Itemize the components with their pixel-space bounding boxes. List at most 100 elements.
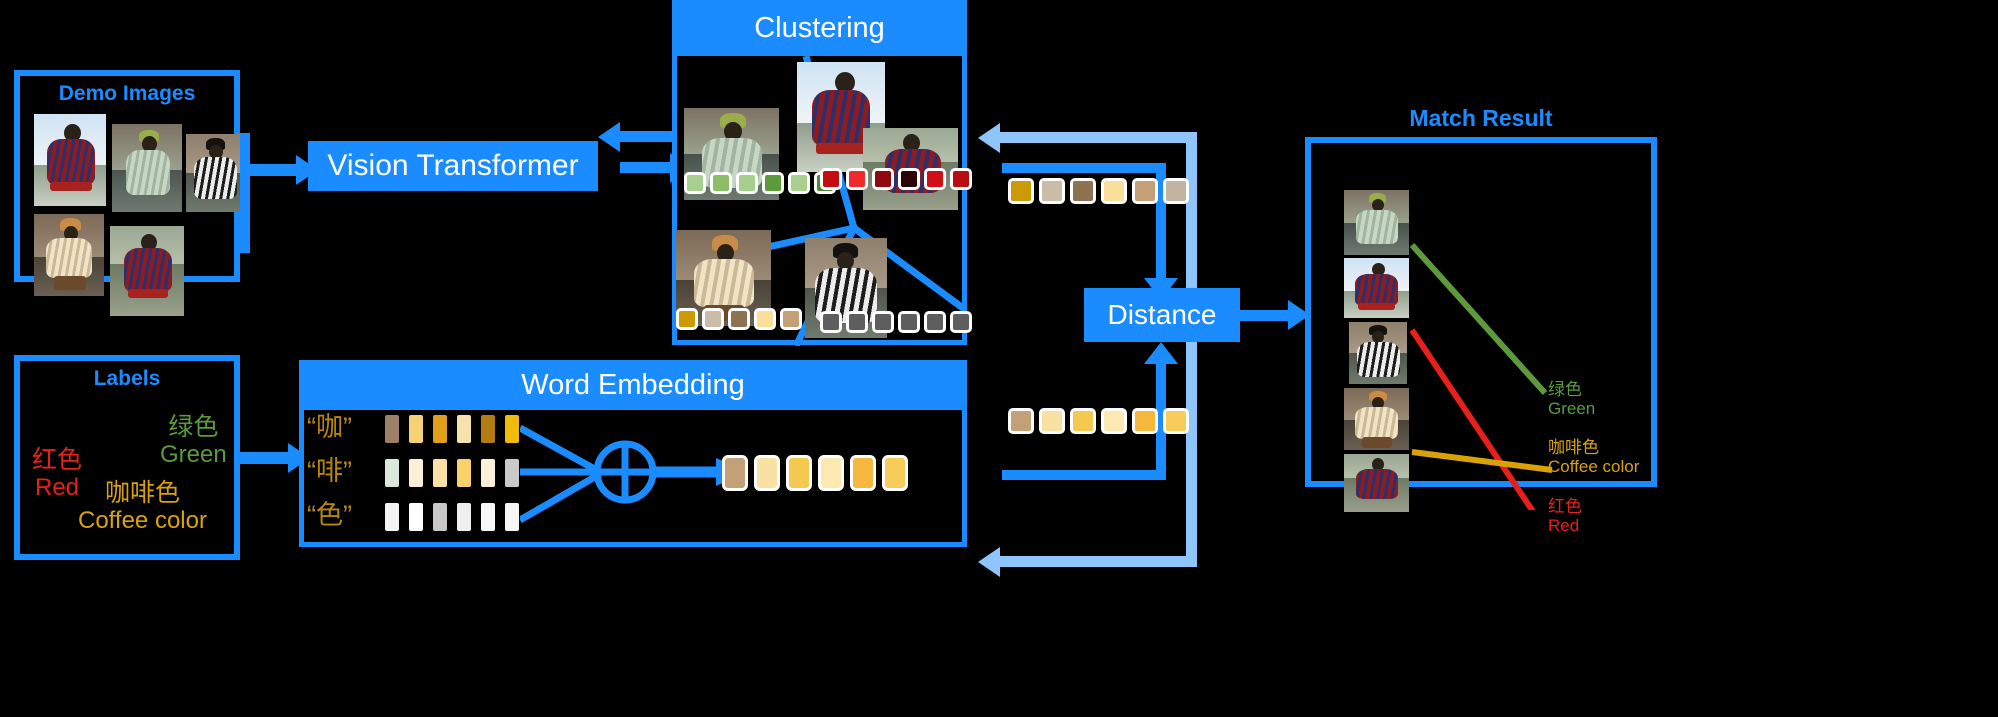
we-output-swatches	[722, 455, 914, 491]
swatch	[702, 308, 724, 330]
match-label-red-cn: 红色	[1548, 497, 1582, 516]
swatch	[1101, 178, 1127, 204]
panel-word-embedding-header: Word Embedding	[299, 360, 967, 410]
panel-demo-images-title: Demo Images	[58, 82, 196, 105]
swatch	[430, 456, 450, 490]
swatch	[846, 311, 868, 333]
match-label-coffee-en: Coffee color	[1548, 457, 1640, 476]
swatch	[502, 500, 522, 534]
swatch	[1163, 178, 1189, 204]
distance-box[interactable]: Distance	[1084, 288, 1240, 342]
match-label-coffee-cn: 咖啡色	[1548, 438, 1599, 457]
arrow-feedback-to-clustering	[978, 123, 1000, 153]
swatch	[872, 168, 894, 190]
swatch	[786, 455, 812, 491]
we-token-1-label: “咖”	[307, 412, 352, 442]
we-token-3-label: “色”	[307, 500, 352, 530]
swatch	[872, 311, 894, 333]
swatch	[478, 500, 498, 534]
swatch	[1101, 408, 1127, 434]
connector-demo-to-vit-h	[250, 164, 298, 176]
we-row-1-swatches	[382, 412, 526, 446]
connector-demo-to-vit	[240, 133, 250, 253]
swatch	[924, 311, 946, 333]
match-label-green-en: Green	[1548, 399, 1596, 418]
swatch	[1070, 178, 1096, 204]
swatch	[924, 168, 946, 190]
swatch	[950, 311, 972, 333]
swatch	[780, 308, 802, 330]
label-coffee-en: Coffee color	[78, 507, 207, 534]
swatch	[882, 455, 908, 491]
we-token-2: “啡”	[307, 456, 352, 486]
swatch	[898, 168, 920, 190]
swatch	[1008, 408, 1034, 434]
swatch	[502, 412, 522, 446]
match-label-red-en: Red	[1548, 516, 1580, 535]
panel-word-embedding-title: Word Embedding	[521, 368, 745, 401]
swatch	[406, 412, 426, 446]
panel-demo-images: Demo Images	[14, 70, 244, 316]
swatch	[754, 455, 780, 491]
swatch	[676, 308, 698, 330]
label-red: 红色 Red	[32, 446, 82, 501]
we-row-3-swatches	[382, 500, 526, 534]
panel-labels: Labels 红色 Red 绿色 Green 咖啡色 Coffee color	[14, 355, 240, 560]
demo-thumb-2	[112, 124, 182, 212]
swatch	[728, 308, 750, 330]
we-token-1: “咖”	[307, 412, 352, 442]
swatch	[1070, 408, 1096, 434]
match-label-green: 绿色 Green	[1548, 380, 1595, 418]
label-red-cn: 红色	[32, 446, 83, 474]
swatch	[430, 412, 450, 446]
text-embedding-row	[1008, 408, 1194, 434]
vision-transformer-label: Vision Transformer	[327, 149, 579, 182]
panel-labels-title: Labels	[93, 367, 161, 390]
demo-thumb-1	[34, 114, 106, 206]
swatch	[454, 500, 474, 534]
connector-vit-to-clustering	[620, 162, 676, 173]
swatch	[722, 455, 748, 491]
panel-clustering-header: Clustering	[672, 0, 967, 56]
match-label-coffee: 咖啡色 Coffee color	[1548, 438, 1639, 476]
swatch	[406, 456, 426, 490]
cluster-swatches-gray	[820, 311, 976, 333]
swatch	[818, 455, 844, 491]
swatch	[820, 168, 842, 190]
swatch	[754, 308, 776, 330]
diagram-canvas: Demo Images Labels 红色 Red 绿色 Green 咖啡色 C…	[0, 0, 1998, 717]
swatch	[1008, 178, 1034, 204]
connector-feedback-bottom	[1000, 556, 1197, 567]
connector-image-vec-top	[1002, 163, 1166, 173]
we-row-2-swatches	[382, 456, 526, 490]
arrow-clustering-to-vit	[598, 122, 620, 152]
we-token-3: “色”	[307, 500, 352, 530]
swatch	[1163, 408, 1189, 434]
swatch	[1132, 408, 1158, 434]
swatch	[762, 172, 784, 194]
swatch	[710, 172, 732, 194]
match-label-red: 红色 Red	[1548, 497, 1582, 535]
demo-thumb-5	[110, 226, 184, 316]
swatch	[502, 456, 522, 490]
demo-thumb-4	[34, 214, 104, 296]
distance-label: Distance	[1107, 299, 1217, 330]
swatch	[736, 172, 758, 194]
panel-clustering-title: Clustering	[754, 11, 885, 44]
swatch	[898, 311, 920, 333]
swatch	[382, 456, 402, 490]
vision-transformer-box[interactable]: Vision Transformer	[308, 141, 598, 191]
swatch	[454, 456, 474, 490]
swatch	[684, 172, 706, 194]
swatch	[382, 500, 402, 534]
match-label-green-cn: 绿色	[1548, 380, 1582, 399]
label-coffee-cn: 咖啡色	[104, 479, 180, 507]
swatch	[478, 456, 498, 490]
swatch	[1039, 178, 1065, 204]
cluster-swatches-green	[684, 172, 840, 194]
swatch	[850, 455, 876, 491]
demo-thumb-3	[186, 134, 244, 212]
image-embedding-row	[1008, 178, 1194, 204]
swatch	[406, 500, 426, 534]
connector-labels-to-we	[240, 452, 292, 464]
